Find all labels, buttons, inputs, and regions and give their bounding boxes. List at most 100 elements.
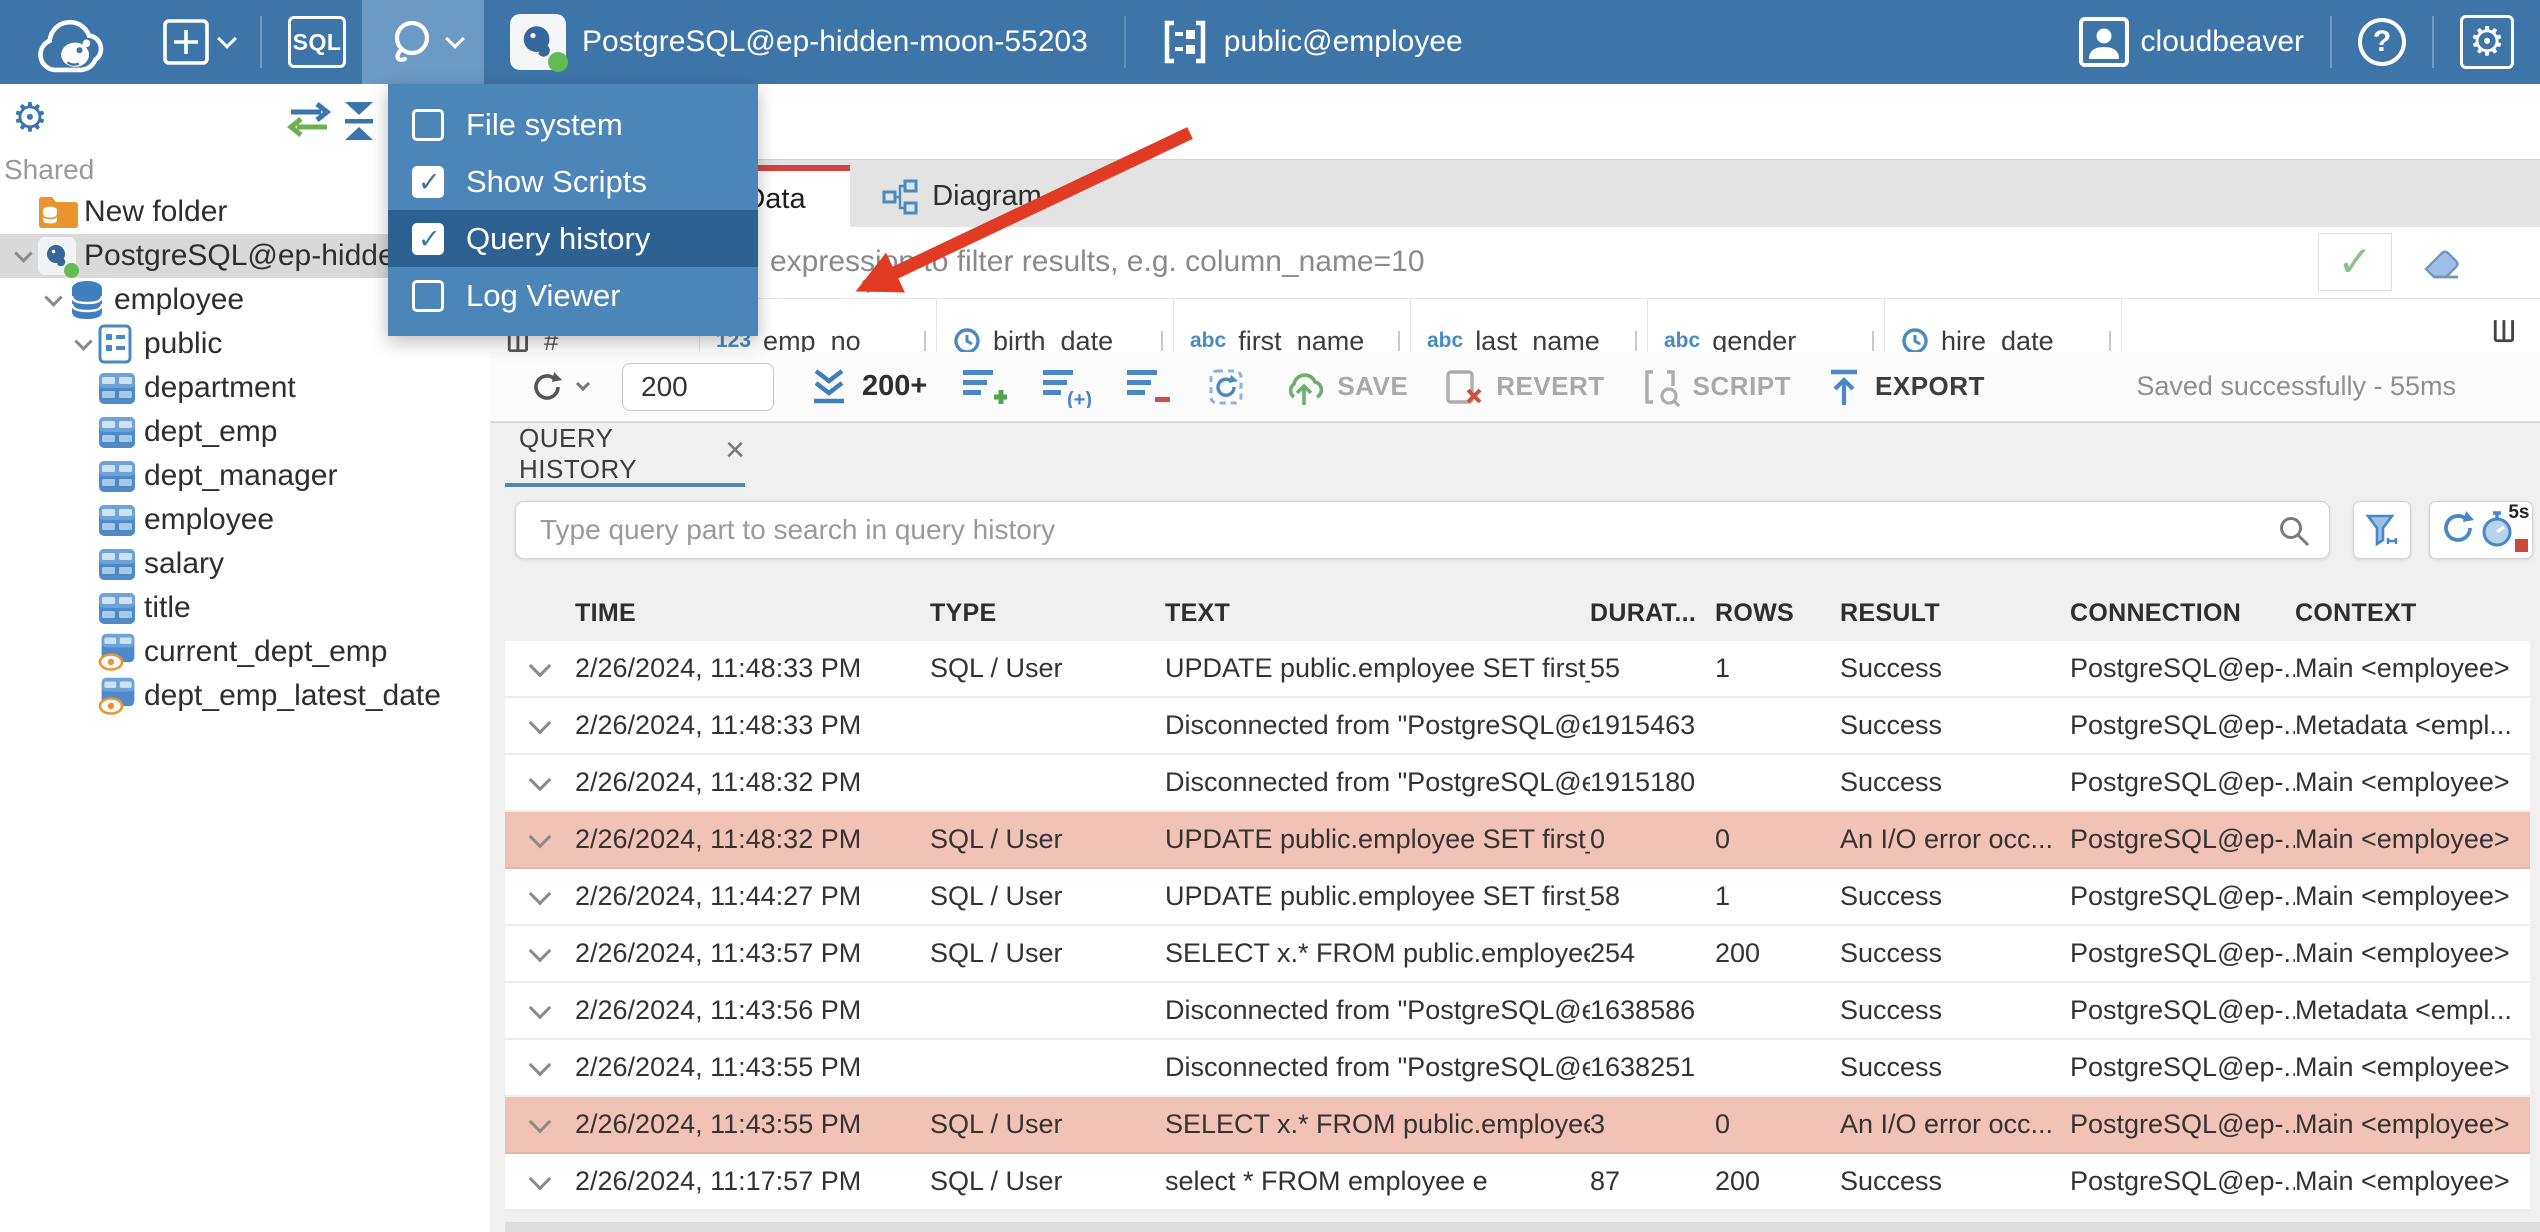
add-row-button[interactable] (961, 366, 1008, 408)
expander-chevron-icon[interactable] (38, 287, 68, 307)
help-button[interactable]: ? (2342, 0, 2422, 84)
connection-selector[interactable]: PostgreSQL@ep-hidden-moon-55203 (484, 0, 1114, 84)
delete-row-button[interactable] (1125, 366, 1171, 408)
diagram-icon (882, 179, 918, 214)
history-column-header[interactable]: CONNECTION (2070, 599, 2295, 628)
tab-diagram[interactable]: Diagram (852, 165, 1072, 228)
tools-menu-button[interactable] (362, 0, 484, 84)
tree-item[interactable]: dept_emp_latest_date (0, 674, 490, 718)
expand-row-chevron-icon[interactable] (505, 825, 575, 848)
history-row[interactable]: 2/26/2024, 11:48:32 PM SQL / User UPDATE… (505, 812, 2530, 869)
expander-chevron-icon[interactable] (8, 243, 38, 263)
history-row[interactable]: 2/26/2024, 11:48:33 PM SQL / User UPDATE… (505, 641, 2530, 698)
tools-menu-item[interactable]: Show Scripts (388, 153, 758, 210)
refresh-history-icon[interactable] (2437, 507, 2479, 554)
tools-menu-item[interactable]: Log Viewer (388, 267, 758, 324)
tools-menu-item[interactable]: File system (388, 96, 758, 153)
history-column-header[interactable]: ROWS (1715, 599, 1840, 628)
new-object-button[interactable] (146, 0, 250, 84)
cell-duration: 1638251 (1590, 1052, 1696, 1082)
duplicate-row-button[interactable]: (+) (1041, 366, 1091, 408)
auto-refresh-timer-icon[interactable]: 5s (2480, 502, 2530, 554)
cell-rows: 0 (1715, 1109, 1731, 1139)
sort-icon[interactable] (2109, 331, 2113, 351)
sort-icon[interactable] (1872, 331, 1876, 351)
history-row[interactable]: 2/26/2024, 11:43:57 PM SQL / User SELECT… (505, 926, 2530, 983)
expand-row-chevron-icon[interactable] (505, 1167, 575, 1190)
history-search-input[interactable] (516, 502, 2329, 558)
expand-row-chevron-icon[interactable] (505, 1110, 575, 1133)
refresh-button[interactable] (528, 368, 591, 406)
history-column-header[interactable]: CONTEXT (2295, 599, 2530, 628)
history-row[interactable]: 2/26/2024, 11:43:55 PM Disconnected from… (505, 1040, 2530, 1097)
history-column-header[interactable]: DURAT... (1590, 599, 1715, 628)
clear-filter-icon[interactable] (2418, 241, 2464, 288)
checkbox[interactable] (412, 279, 444, 312)
fetch-page-button[interactable]: 200+ (808, 367, 927, 407)
expand-row-chevron-icon[interactable] (505, 1053, 575, 1076)
schema-selector[interactable]: public@employee (1136, 0, 1489, 84)
sync-connection-icon[interactable] (283, 100, 335, 143)
tree-item[interactable]: employee (0, 498, 490, 542)
grid-column-header[interactable]: abc last_name (1411, 299, 1648, 352)
tab-query-history[interactable]: QUERY HISTORY × (505, 423, 745, 485)
apply-filter-button[interactable]: ✓ (2318, 233, 2392, 291)
grid-column-header[interactable]: birth_date (937, 299, 1174, 352)
cell-type: SQL / User (930, 824, 1063, 854)
cell-connection: PostgreSQL@ep-... (2070, 1109, 2295, 1139)
tree-item[interactable]: salary (0, 542, 490, 586)
tree-item[interactable]: dept_emp (0, 410, 490, 454)
revert-button[interactable]: REVERT (1442, 366, 1604, 408)
grid-column-header[interactable]: abc gender (1648, 299, 1885, 352)
navigator-settings-icon[interactable]: ⚙ (12, 98, 48, 138)
expand-row-chevron-icon[interactable] (505, 654, 575, 677)
result-filter-bar[interactable]: expression to filter results, e.g. colum… (490, 227, 2540, 299)
history-column-header[interactable]: TYPE (930, 599, 1165, 628)
history-row[interactable]: 2/26/2024, 11:48:32 PM Disconnected from… (505, 755, 2530, 812)
row-limit-input[interactable] (622, 362, 774, 411)
horizontal-scrollbar[interactable] (505, 1222, 2540, 1232)
settings-button[interactable]: ⚙ (2444, 0, 2540, 84)
sort-icon[interactable] (1635, 331, 1639, 351)
object-page-tabs: Data Diagram (490, 159, 2540, 228)
script-button[interactable]: SCRIPT (1639, 366, 1791, 408)
checkbox[interactable] (412, 108, 444, 141)
tree-item[interactable]: title (0, 586, 490, 630)
checkbox[interactable] (412, 165, 444, 198)
tree-item[interactable]: dept_manager (0, 454, 490, 498)
expand-row-chevron-icon[interactable] (505, 768, 575, 791)
refresh-cell-button[interactable] (1205, 365, 1249, 409)
tree-item[interactable]: department (0, 366, 490, 410)
tools-menu-item[interactable]: Query history (388, 210, 758, 267)
sort-icon[interactable] (1161, 331, 1165, 351)
grid-column-header[interactable]: abc first_name (1174, 299, 1411, 352)
user-menu-button[interactable]: cloudbeaver (2061, 0, 2320, 84)
expand-row-chevron-icon[interactable] (505, 882, 575, 905)
history-column-header[interactable]: TEXT (1165, 599, 1590, 628)
sort-icon[interactable] (924, 331, 928, 351)
history-row[interactable]: 2/26/2024, 11:43:56 PM Disconnected from… (505, 983, 2530, 1040)
grid-column-header[interactable]: hire_date (1885, 299, 2122, 352)
save-button[interactable]: SAVE (1283, 367, 1408, 407)
expand-row-chevron-icon[interactable] (505, 939, 575, 962)
history-row[interactable]: 2/26/2024, 11:43:55 PM SQL / User SELECT… (505, 1097, 2530, 1154)
checkbox[interactable] (412, 222, 444, 255)
close-tab-icon[interactable]: × (725, 433, 745, 467)
history-row[interactable]: 2/26/2024, 11:48:33 PM Disconnected from… (505, 698, 2530, 755)
expand-row-chevron-icon[interactable] (505, 996, 575, 1019)
history-row[interactable]: 2/26/2024, 11:17:57 PM SQL / User select… (505, 1154, 2530, 1211)
expander-chevron-icon[interactable] (68, 331, 98, 351)
export-button[interactable]: EXPORT (1825, 367, 1985, 407)
history-filter-button[interactable] (2353, 501, 2411, 559)
tree-item[interactable]: current_dept_emp (0, 630, 490, 674)
history-column-header[interactable]: RESULT (1840, 599, 2070, 628)
history-row[interactable]: 2/26/2024, 11:44:27 PM SQL / User UPDATE… (505, 869, 2530, 926)
history-column-header[interactable]: TIME (575, 599, 930, 628)
collapse-all-icon[interactable] (337, 100, 381, 147)
schema-name: public@employee (1223, 25, 1463, 58)
sql-editor-button[interactable]: SQL (272, 0, 362, 84)
fetch-count-label: 200+ (862, 370, 928, 402)
expand-row-chevron-icon[interactable] (505, 711, 575, 734)
columns-config-icon[interactable] (2470, 299, 2540, 352)
sort-icon[interactable] (1398, 331, 1402, 351)
